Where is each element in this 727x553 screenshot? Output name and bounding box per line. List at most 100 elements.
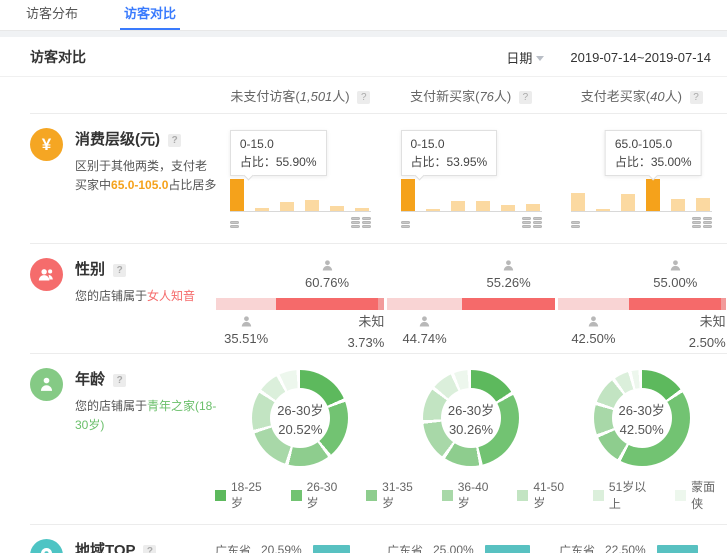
male-share: 44.74%	[403, 314, 447, 346]
high-spend-coin-icon	[522, 217, 542, 228]
legend-item[interactable]: 18-25岁	[215, 478, 274, 512]
consumption-chart-unpaid[interactable]: 0-15.0 占比：55.90%	[230, 124, 371, 236]
gender-section: 性别 ? 您的店铺属于女人知音 60.76% 35.51% 未知 3.73% 5…	[30, 243, 727, 353]
help-icon[interactable]: ?	[113, 374, 126, 387]
consumption-chart-new-buyers[interactable]: 0-15.0 占比：53.95%	[401, 124, 542, 236]
low-spend-coin-icon	[230, 217, 239, 228]
unknown-share: 未知 2.50%	[689, 312, 726, 354]
person-icon	[571, 314, 615, 329]
consumption-level-section: ¥ 消费层级(元) ? 区别于其他两类，支付老买家中65.0-105.0占比居多…	[30, 113, 727, 243]
bar-group	[401, 178, 542, 212]
top-tab-bar: 访客分布 访客对比	[0, 0, 727, 31]
person-icon	[305, 258, 349, 273]
legend-item[interactable]: 蒙面侠	[675, 478, 727, 512]
region-list-returning-buyers: 广东省 22.50% 福建省 12.50%	[559, 539, 727, 553]
help-icon[interactable]: ?	[168, 134, 181, 147]
bar-group	[230, 178, 371, 212]
legend-label: 蒙面侠	[691, 478, 727, 512]
consumption-title: 消费层级(元)	[75, 131, 160, 148]
age-subtitle: 您的店铺属于青年之家(18-30岁)	[75, 397, 217, 435]
legend-item[interactable]: 31-35岁	[366, 478, 425, 512]
bar-group	[571, 178, 712, 212]
legend-label: 51岁以上	[609, 478, 658, 512]
gender-stacked-bar	[387, 298, 555, 310]
spend-axis-icons	[571, 217, 712, 228]
legend-swatch	[675, 490, 686, 501]
help-icon[interactable]: ?	[519, 91, 532, 104]
region-list-new-buyers: 广东省 25.00% 浙江省 11.84%	[387, 539, 559, 553]
legend-label: 18-25岁	[231, 480, 274, 511]
tab-visitor-comparison[interactable]: 访客对比	[112, 0, 188, 30]
help-icon[interactable]: ?	[113, 264, 126, 277]
age-legend: 18-25岁 26-30岁 31-35岁 36-40岁 41-50岁 51岁以上蒙面侠	[30, 466, 727, 524]
gender-subtitle: 您的店铺属于女人知音	[75, 287, 217, 306]
female-share: 55.26%	[487, 258, 531, 290]
date-type-dropdown[interactable]: 日期	[506, 48, 544, 67]
legend-label: 36-40岁	[458, 480, 501, 511]
gender-chart-returning-buyers[interactable]: 55.00% 42.50% 未知 2.50%	[558, 258, 726, 350]
person-icon	[487, 258, 531, 273]
legend-item[interactable]: 41-50岁	[517, 478, 576, 512]
region-row[interactable]: 广东省 22.50%	[559, 539, 727, 553]
person-icon	[403, 314, 447, 329]
low-spend-coin-icon	[401, 217, 410, 228]
column-header-row: 未支付访客(1,501人) ? 支付新买家(76人) ? 支付老买家(40人) …	[0, 77, 727, 113]
person-icon	[30, 368, 63, 401]
gender-chart-unpaid[interactable]: 60.76% 35.51% 未知 3.73%	[216, 258, 384, 350]
chart-tooltip: 65.0-105.0 占比：35.00%	[605, 130, 702, 176]
chevron-down-icon	[536, 56, 544, 61]
card-header: 访客对比 日期 2019-07-14~2019-07-14	[0, 37, 727, 77]
legend-item[interactable]: 36-40岁	[442, 478, 501, 512]
region-title: 地域TOP	[75, 542, 135, 553]
donut-center-label: 26-30岁 30.26%	[441, 388, 501, 448]
chart-tooltip: 0-15.0 占比：53.95%	[401, 130, 498, 176]
legend-swatch	[593, 490, 604, 501]
spend-axis-icons	[401, 217, 542, 228]
person-icon	[653, 258, 697, 273]
donut-center-label: 26-30岁 20.52%	[270, 388, 330, 448]
column-header-unpaid-visitors: 未支付访客(1,501人) ?	[215, 86, 386, 105]
date-type-label: 日期	[506, 48, 532, 67]
gender-title: 性别	[75, 261, 105, 278]
spend-axis-icons	[230, 217, 371, 228]
legend-swatch	[517, 490, 528, 501]
legend-item[interactable]: 51岁以上	[593, 478, 658, 512]
age-donut-unpaid[interactable]: 26-30岁 20.52%	[252, 370, 348, 466]
legend-label: 26-30岁	[307, 480, 350, 511]
region-top-section: 地域TOP ? 您的访客聚集在广东省 广东省 20.59% 浙江省 11.06%…	[30, 524, 727, 553]
female-share: 55.00%	[653, 258, 697, 290]
female-share: 60.76%	[305, 258, 349, 290]
donut-center-label: 26-30岁 42.50%	[612, 388, 672, 448]
legend-item[interactable]: 26-30岁	[291, 478, 350, 512]
high-spend-coin-icon	[351, 217, 371, 228]
legend-label: 41-50岁	[533, 480, 576, 511]
yen-icon: ¥	[30, 128, 63, 161]
gender-chart-new-buyers[interactable]: 55.26% 44.74% 未知	[387, 258, 555, 350]
age-donut-new-buyers[interactable]: 26-30岁 30.26%	[423, 370, 519, 466]
legend-swatch	[215, 490, 226, 501]
location-pin-icon	[30, 539, 63, 553]
region-list-unpaid: 广东省 20.59% 浙江省 11.06%	[215, 539, 387, 553]
consumption-chart-returning-buyers[interactable]: 65.0-105.0 占比：35.00%	[571, 124, 712, 236]
page-title: 访客对比	[30, 47, 86, 67]
help-icon[interactable]: ?	[143, 545, 156, 553]
legend-swatch	[291, 490, 302, 501]
column-header-new-buyers: 支付新买家(76人) ?	[386, 86, 557, 105]
help-icon[interactable]: ?	[357, 91, 370, 104]
low-spend-coin-icon	[571, 217, 580, 228]
column-header-returning-buyers: 支付老买家(40人) ?	[556, 86, 727, 105]
gender-stacked-bar	[558, 298, 726, 310]
date-range-picker[interactable]: 2019-07-14~2019-07-14	[570, 50, 711, 65]
help-icon[interactable]: ?	[690, 91, 703, 104]
region-row[interactable]: 广东省 20.59%	[215, 539, 387, 553]
age-donut-returning-buyers[interactable]: 26-30岁 42.50%	[594, 370, 690, 466]
consumption-subtitle: 区别于其他两类，支付老买家中65.0-105.0占比居多	[75, 157, 217, 195]
high-spend-coin-icon	[692, 217, 712, 228]
male-share: 35.51%	[224, 314, 268, 346]
age-title: 年龄	[75, 371, 105, 388]
legend-swatch	[442, 490, 453, 501]
tab-visitor-distribution[interactable]: 访客分布	[14, 0, 90, 30]
person-icon	[224, 314, 268, 329]
chart-tooltip: 0-15.0 占比：55.90%	[230, 130, 327, 176]
region-row[interactable]: 广东省 25.00%	[387, 539, 559, 553]
